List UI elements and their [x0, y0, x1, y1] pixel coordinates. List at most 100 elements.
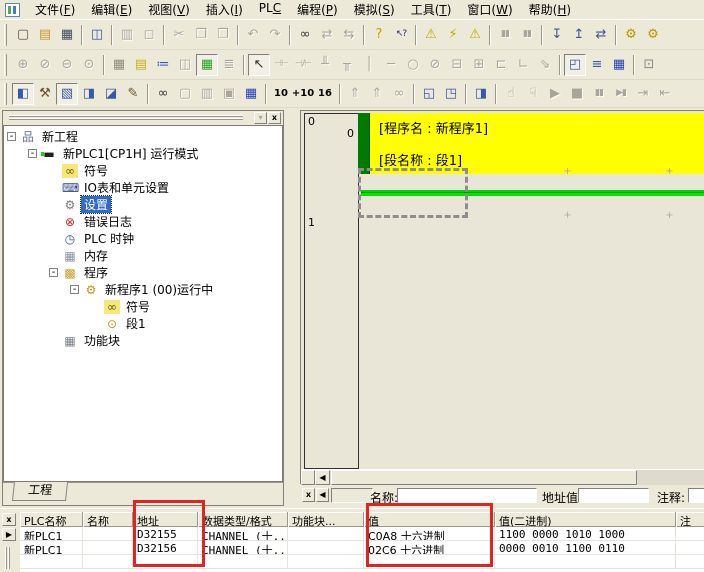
window-diff-monitor-button[interactable]: ◰	[564, 54, 586, 76]
symbol-bar-close-button[interactable]: x	[302, 488, 315, 502]
tree-item-memory[interactable]: ▦内存	[4, 247, 282, 264]
new-set-instruction-button[interactable]: ⊞	[468, 54, 490, 76]
page-setup-preview-button[interactable]: ◫	[86, 24, 108, 46]
menu-view[interactable]: 视图(V)	[140, 0, 198, 20]
tree-expander-icon[interactable]: -	[49, 268, 58, 277]
watch-cell-comment[interactable]	[676, 541, 704, 555]
menu-edit[interactable]: 编辑(E)	[83, 0, 140, 20]
new-instruction-button[interactable]: ⊟	[446, 54, 468, 76]
window-tile-button[interactable]: ◳	[440, 83, 462, 105]
compare-with-plc-button[interactable]: ⇄	[590, 24, 612, 46]
binary-grid-monitor-button[interactable]: ▦	[608, 54, 630, 76]
help-button[interactable]: ?	[368, 24, 390, 46]
monitor-signed-decimal-button[interactable]: +10	[292, 83, 314, 105]
print-preview-button[interactable]: ◻	[138, 24, 160, 46]
toolbar-grip[interactable]	[4, 83, 7, 105]
watch-cell-function-block[interactable]	[288, 527, 364, 541]
scrollbar-split-handle[interactable]	[301, 470, 315, 485]
workspace-dropdown-button[interactable]: ▾	[254, 112, 267, 124]
watch-cell-comment[interactable]	[676, 555, 704, 569]
watch-close-button[interactable]: x	[2, 513, 16, 526]
tree-item-program1[interactable]: -⚙新程序1 (00)运行中	[4, 281, 282, 298]
new-horizontal-line-button[interactable]: ─	[380, 54, 402, 76]
stack-monitor-button[interactable]: ≡	[586, 54, 608, 76]
watch-column-function-block[interactable]: 功能块...	[288, 512, 364, 527]
watch-column-comment[interactable]: 注	[676, 512, 704, 527]
watch-cell-comment[interactable]	[676, 527, 704, 541]
workspace-close-button[interactable]: x	[268, 112, 281, 124]
toolbar-grip[interactable]	[4, 24, 7, 46]
menu-program[interactable]: 编程(P)	[289, 0, 346, 20]
ladder-horizontal-scrollbar[interactable]: ◀	[301, 469, 704, 485]
scrollbar-thumb[interactable]	[331, 470, 637, 485]
pause-button[interactable]: ▮▮	[516, 24, 538, 46]
edit-options-button[interactable]: ⊡	[638, 54, 660, 76]
toggle-grid-button[interactable]: ▦	[108, 54, 130, 76]
watch-cell-value-binary[interactable]: 1100 0000 1010 1000	[495, 527, 676, 541]
new-differentiate-button[interactable]: ⊏	[490, 54, 512, 76]
new-contact-button[interactable]: ⊣⊢	[270, 54, 292, 76]
watch-cell-data-type[interactable]: CHANNEL (十...	[198, 527, 288, 541]
toolbar-grip[interactable]	[4, 54, 7, 76]
toggle-project-workspace-button[interactable]: ◧	[12, 83, 34, 105]
select-mode-button[interactable]: ↖	[248, 54, 270, 76]
watch-cell-value-binary[interactable]: 0000 0010 1100 0110	[495, 541, 676, 555]
transfer-from-plc-button[interactable]: ↥	[568, 24, 590, 46]
replace-button[interactable]: ⇄	[316, 24, 338, 46]
name-input[interactable]	[397, 488, 537, 503]
window-cascade-button[interactable]: ◱	[418, 83, 440, 105]
watch-sheet-2-button[interactable]: ▥	[196, 83, 218, 105]
work-online-simulator-button[interactable]: ⚙	[642, 24, 664, 46]
tree-item-new-project[interactable]: -品新工程	[4, 128, 282, 145]
copy-button[interactable]: ❐	[190, 24, 212, 46]
workspace-titlebar[interactable]: ▾ x	[3, 111, 283, 125]
symbol-bar-prev-button[interactable]: ◀	[316, 488, 329, 502]
menu-insert[interactable]: 插入(I)	[198, 0, 251, 20]
watch-cell-name[interactable]	[83, 555, 133, 569]
new-vertical-line-button[interactable]: │	[358, 54, 380, 76]
toggle-output-window-button[interactable]: ◨	[78, 83, 100, 105]
simulation-step-in-button[interactable]: ⇥	[632, 83, 654, 105]
menu-file[interactable]: 文件(F)	[27, 0, 83, 20]
context-help-button[interactable]: ↖?	[390, 24, 412, 46]
tree-expander-icon[interactable]: -	[70, 285, 79, 294]
watch-sheet-3-button[interactable]: ▣	[218, 83, 240, 105]
transfer-to-plc-button[interactable]: ↧	[546, 24, 568, 46]
watch-cell-plc-name[interactable]	[20, 555, 83, 569]
toggle-monitoring-button[interactable]: ▦	[196, 54, 218, 76]
zoom-custom-button[interactable]: ⊙	[78, 54, 100, 76]
redo-button[interactable]: ↷	[264, 24, 286, 46]
new-closed-contact-button[interactable]: ⊣/⊢	[292, 54, 314, 76]
menu-help[interactable]: 帮助(H)	[521, 0, 579, 20]
save-project-button[interactable]: ▦	[56, 24, 78, 46]
scroll-left-arrow[interactable]: ◀	[315, 470, 330, 485]
monitor-hex-button[interactable]: 16	[314, 83, 336, 105]
toggle-watch-window-button[interactable]: ▧	[56, 83, 78, 105]
new-corner-button[interactable]: ∟	[512, 54, 534, 76]
menu-plc[interactable]: PLC	[251, 0, 289, 20]
show-comments-button[interactable]: ▤	[130, 54, 152, 76]
tree-item-program1-symbols[interactable]: ∞符号	[4, 298, 282, 315]
ladder-canvas[interactable]	[359, 217, 704, 468]
workspace-drag-grip[interactable]	[9, 115, 243, 120]
watch-cell-plc-name[interactable]: 新PLC1	[20, 541, 83, 555]
show-rung-comments-button[interactable]: ≔	[152, 54, 174, 76]
zoom-out-button[interactable]: ⊖	[56, 54, 78, 76]
new-project-button[interactable]: ▢	[12, 24, 34, 46]
watch-cell-plc-name[interactable]: 新PLC1	[20, 527, 83, 541]
download-program-button[interactable]: ⇑	[366, 83, 388, 105]
watch-cell-data-type[interactable]	[198, 555, 288, 569]
simulation-step-out-button[interactable]: ⇤	[654, 83, 676, 105]
find-replace-button[interactable]: ⇆	[338, 24, 360, 46]
force-off-button[interactable]: ☟	[522, 83, 544, 105]
simulation-stop-button[interactable]: ■	[566, 83, 588, 105]
watch-sheet-1-button[interactable]: ▢	[174, 83, 196, 105]
tree-item-plc-clock[interactable]: ◷PLC 时钟	[4, 230, 282, 247]
new-or-closed-contact-button[interactable]: ╥	[336, 54, 358, 76]
menu-tools[interactable]: 工具(T)	[403, 0, 460, 20]
watch-cell-data-type[interactable]: CHANNEL (十...	[198, 541, 288, 555]
rung-1-margin[interactable]: 1	[304, 215, 359, 469]
simulation-pause-button[interactable]: ▮▮	[588, 83, 610, 105]
paste-button[interactable]: ❒	[212, 24, 234, 46]
show-properties-button[interactable]: ✎	[122, 83, 144, 105]
